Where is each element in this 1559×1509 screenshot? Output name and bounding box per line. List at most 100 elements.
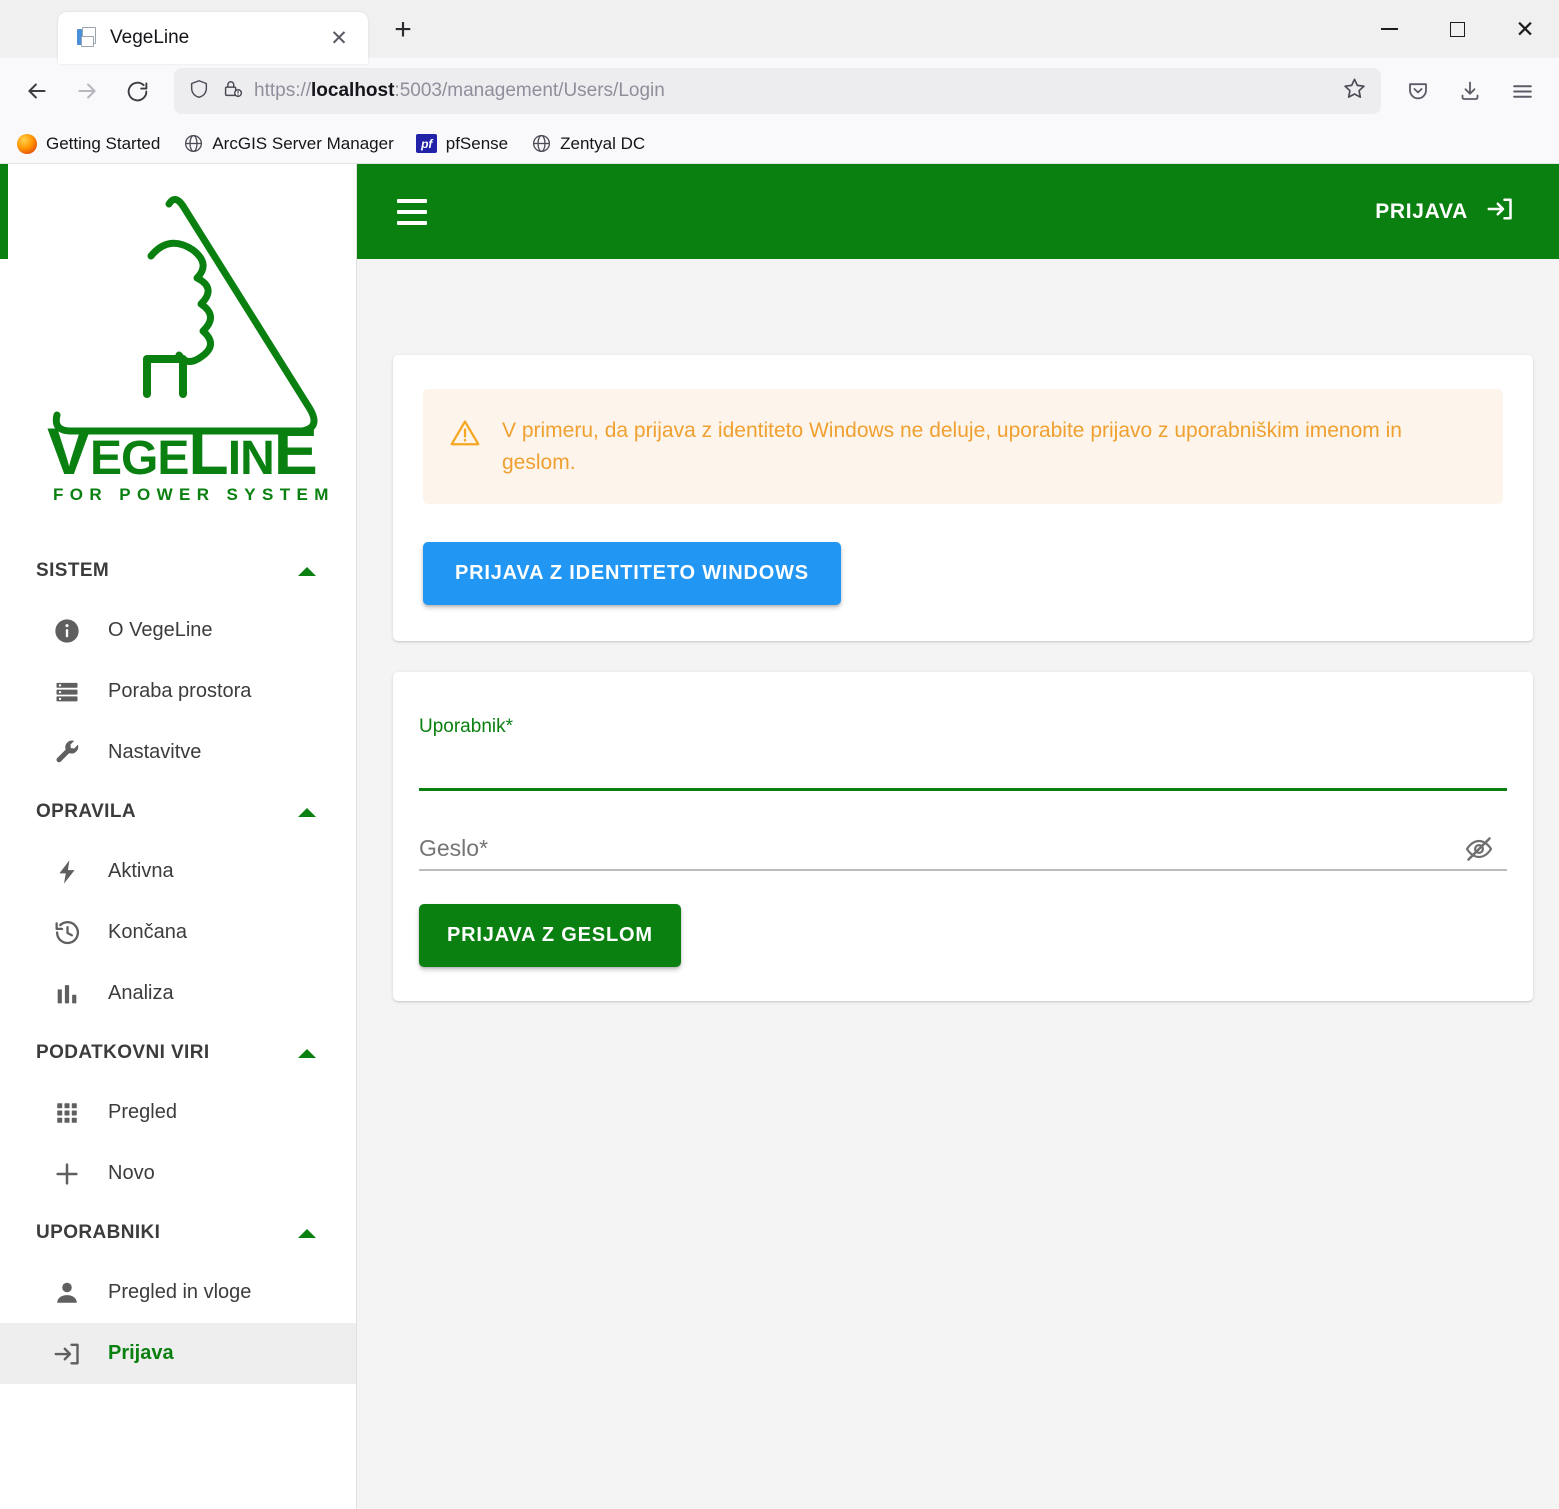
sidebar-item-pregled-in-vloge[interactable]: Pregled in vloge — [0, 1262, 356, 1323]
bookmark-zentyal-dc[interactable]: Zentyal DC — [530, 133, 645, 155]
app-menu-icon[interactable] — [1499, 68, 1545, 114]
sidebar-item-poraba-prostora[interactable]: Poraba prostora — [0, 661, 356, 722]
forward-arrow-icon[interactable] — [64, 68, 110, 114]
minimize-icon[interactable] — [1355, 0, 1423, 58]
sidebar-item-label: Pregled — [108, 1101, 177, 1123]
info-icon — [52, 616, 82, 646]
globe-icon — [530, 133, 552, 155]
chevron-up-icon[interactable] — [298, 1228, 316, 1238]
sidebar-section-sistem[interactable]: SISTEM — [0, 542, 356, 600]
sidebar-item-label: Analiza — [108, 982, 174, 1004]
password-underline — [419, 869, 1507, 871]
url-bar[interactable]: https://localhost:5003/management/Users/… — [174, 68, 1381, 114]
tab-strip: VegeLine ✕ + — [0, 0, 424, 64]
app-sidebar: VEGELINE FOR POWER SYSTEMS SISTEM O Vege… — [0, 164, 357, 1509]
document-icon — [76, 27, 98, 49]
new-tab-button[interactable]: + — [382, 9, 424, 51]
pocket-icon[interactable] — [1395, 68, 1441, 114]
tracking-shield-icon[interactable] — [188, 78, 210, 105]
url-host: localhost — [311, 80, 395, 101]
sidebar-item-novo[interactable]: Novo — [0, 1143, 356, 1204]
tab-title: VegeLine — [110, 27, 190, 48]
eye-off-icon[interactable] — [1457, 827, 1501, 871]
sidebar-item-label: Pregled in vloge — [108, 1281, 252, 1303]
windows-login-button[interactable]: PRIJAVA Z IDENTITETO WINDOWS — [423, 542, 841, 605]
sidebar-item-analiza[interactable]: Analiza — [0, 963, 356, 1024]
username-field-group: Uporabnik* — [419, 708, 1507, 791]
browser-window: VegeLine ✕ + ✕ https://localhost:5003/ma… — [0, 0, 1559, 1509]
sidebar-section-uporabniki[interactable]: UPORABNIKI — [0, 1204, 356, 1262]
star-icon[interactable] — [1342, 76, 1367, 106]
sidebar-item-o-vegeline[interactable]: O VegeLine — [0, 600, 356, 661]
sidebar-item-label: Novo — [108, 1162, 155, 1184]
globe-icon — [182, 133, 204, 155]
window-controls: ✕ — [1355, 0, 1559, 58]
maximize-icon[interactable] — [1423, 0, 1491, 58]
sidebar-item-label: Prijava — [108, 1342, 174, 1364]
sidebar-item-nastavitve[interactable]: Nastavitve — [0, 722, 356, 783]
sidebar-section-label: PODATKOVNI VIRI — [36, 1042, 210, 1063]
sidebar-item-label: Aktivna — [108, 860, 174, 882]
login-content: V primeru, da prijava z identiteto Windo… — [357, 259, 1559, 1509]
password-field-group: Geslo* — [419, 817, 1507, 871]
bar-chart-icon — [52, 979, 82, 1009]
sidebar-item-koncana[interactable]: Končana — [0, 902, 356, 963]
bookmark-label: ArcGIS Server Manager — [212, 133, 394, 153]
bolt-icon — [52, 857, 82, 887]
sidebar-item-pregled[interactable]: Pregled — [0, 1082, 356, 1143]
chevron-up-icon[interactable] — [298, 566, 316, 576]
warning-triangle-icon — [449, 417, 481, 449]
url-scheme: https:// — [254, 80, 312, 101]
reload-icon[interactable] — [114, 68, 160, 114]
password-login-card: Uporabnik* Geslo* PRIJAVA Z GESLOM — [393, 672, 1533, 1001]
sidebar-section-label: UPORABNIKI — [36, 1222, 161, 1243]
windows-login-card: V primeru, da prijava z identiteto Windo… — [393, 355, 1533, 641]
hamburger-menu-icon[interactable] — [397, 197, 437, 227]
bookmark-arcgis-server-manager[interactable]: ArcGIS Server Manager — [182, 133, 394, 155]
app-logo[interactable]: VEGELINE FOR POWER SYSTEMS — [0, 164, 356, 542]
header-login-button[interactable]: PRIJAVA — [1375, 194, 1515, 229]
history-icon — [52, 918, 82, 948]
insecure-lock-icon[interactable] — [221, 78, 243, 105]
web-page: VEGELINE FOR POWER SYSTEMS SISTEM O Vege… — [0, 164, 1559, 1509]
browser-titlebar: VegeLine ✕ + ✕ — [0, 0, 1559, 64]
username-input[interactable] — [419, 736, 1507, 788]
sidebar-item-label: Poraba prostora — [108, 680, 252, 702]
chevron-up-icon[interactable] — [298, 1048, 316, 1058]
bookmarks-bar: Getting Started ArcGIS Server Manager pf… — [0, 124, 1559, 164]
bookmark-label: pfSense — [445, 133, 509, 153]
warning-alert-text: V primeru, da prijava z identiteto Windo… — [502, 419, 1402, 474]
pfsense-icon: pf — [416, 133, 438, 155]
bookmark-label: Zentyal DC — [560, 133, 646, 153]
sidebar-section-label: SISTEM — [36, 560, 110, 581]
grid-icon — [52, 1098, 82, 1128]
wrench-icon — [52, 738, 82, 768]
bookmark-label: Getting Started — [46, 133, 161, 153]
header-login-label: PRIJAVA — [1375, 199, 1468, 223]
warning-alert: V primeru, da prijava z identiteto Windo… — [423, 389, 1503, 504]
sidebar-item-label: Končana — [108, 921, 187, 943]
back-arrow-icon[interactable] — [14, 68, 60, 114]
sidebar-section-opravila[interactable]: OPRAVILA — [0, 783, 356, 841]
sidebar-item-prijava[interactable]: Prijava — [0, 1323, 356, 1384]
login-arrow-icon — [52, 1339, 82, 1369]
firefox-icon — [16, 133, 38, 155]
browser-tab[interactable]: VegeLine ✕ — [58, 12, 368, 64]
browser-navbar: https://localhost:5003/management/Users/… — [0, 58, 1559, 124]
storage-icon — [52, 677, 82, 707]
svg-text:FOR POWER SYSTEMS: FOR POWER SYSTEMS — [53, 485, 333, 504]
person-icon — [52, 1278, 82, 1308]
password-login-button[interactable]: PRIJAVA Z GESLOM — [419, 903, 681, 967]
password-input[interactable] — [419, 817, 1507, 869]
close-icon[interactable]: ✕ — [324, 23, 354, 53]
sidebar-item-aktivna[interactable]: Aktivna — [0, 841, 356, 902]
bookmark-pfsense[interactable]: pf pfSense — [416, 133, 508, 155]
close-icon[interactable]: ✕ — [1491, 0, 1559, 58]
bookmark-getting-started[interactable]: Getting Started — [16, 133, 160, 155]
sidebar-item-label: Nastavitve — [108, 741, 202, 763]
sidebar-section-podatkovni-viri[interactable]: PODATKOVNI VIRI — [0, 1024, 356, 1082]
url-path: :5003/management/Users/Login — [394, 80, 665, 101]
chevron-up-icon[interactable] — [298, 807, 316, 817]
downloads-icon[interactable] — [1447, 68, 1493, 114]
toolbar-right — [1395, 68, 1545, 114]
